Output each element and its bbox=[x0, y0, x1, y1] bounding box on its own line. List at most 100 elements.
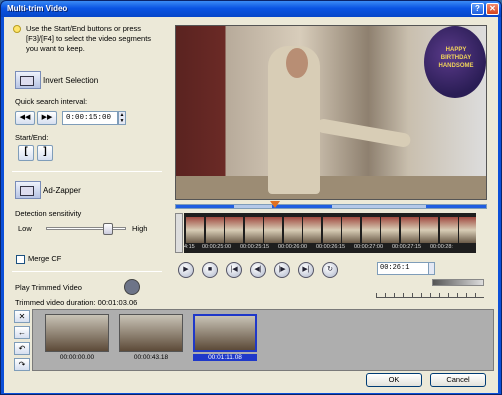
invert-selection-icon bbox=[15, 71, 41, 89]
filmstrip-timestamp: 00:00:25:00 bbox=[202, 244, 232, 250]
lightbulb-icon bbox=[13, 25, 21, 33]
scrub-segment bbox=[426, 205, 486, 208]
filmstrip-frame[interactable] bbox=[244, 217, 263, 243]
ruler-tick bbox=[439, 293, 440, 297]
scrub-segment bbox=[176, 205, 234, 208]
ad-zapper-icon bbox=[15, 181, 41, 199]
play-trimmed-label: Play Trimmed Video bbox=[15, 283, 82, 292]
filmstrip-frame[interactable] bbox=[225, 217, 243, 243]
quick-search-spinner[interactable]: ▲ ▼ bbox=[118, 111, 126, 125]
ruler-tick bbox=[475, 293, 476, 297]
play-button[interactable]: ▶ bbox=[178, 262, 194, 278]
next-frame-button[interactable]: |▶ bbox=[274, 262, 290, 278]
clip-time-selected: 00:01:11.08 bbox=[193, 354, 257, 361]
filmstrip-frame[interactable] bbox=[303, 217, 321, 243]
move-clip-button[interactable]: ← bbox=[14, 326, 30, 339]
start-button[interactable]: [ bbox=[18, 145, 34, 161]
filmstrip-frame[interactable] bbox=[264, 217, 282, 243]
end-button[interactable]: ] bbox=[37, 145, 53, 161]
ruler-tick bbox=[430, 293, 431, 297]
tip-text: Use the Start/End buttons or press [F3]/… bbox=[13, 24, 164, 54]
filmstrip-timestamp: 00:00:27:00 bbox=[354, 244, 384, 250]
redo-button[interactable]: ↷ bbox=[14, 358, 30, 371]
filmstrip-frame[interactable] bbox=[205, 217, 224, 243]
preview-floor bbox=[176, 176, 486, 199]
ruler-tick bbox=[403, 293, 404, 297]
ruler-tick bbox=[421, 293, 422, 297]
filmstrip-frame[interactable] bbox=[186, 217, 204, 243]
clip-thumbnail-selected[interactable] bbox=[193, 314, 257, 352]
filmstrip-frame[interactable] bbox=[420, 217, 438, 243]
filmstrip-frame[interactable] bbox=[283, 217, 302, 243]
home-button[interactable]: |◀ bbox=[226, 262, 242, 278]
filmstrip-frame[interactable] bbox=[361, 217, 380, 243]
stop-button[interactable]: ■ bbox=[202, 262, 218, 278]
divider bbox=[12, 171, 162, 172]
filmstrip-frame[interactable] bbox=[439, 217, 458, 243]
ruler-tick bbox=[394, 293, 395, 297]
left-panel: Use the Start/End buttons or press [F3]/… bbox=[4, 17, 172, 303]
filmstrip-frame[interactable] bbox=[322, 217, 341, 243]
merge-cf-checkbox[interactable] bbox=[16, 255, 25, 264]
timecode-input[interactable]: 00:26:1 bbox=[377, 262, 429, 275]
filmstrip-frame[interactable] bbox=[459, 217, 476, 243]
repeat-button[interactable]: ↻ bbox=[322, 262, 338, 278]
high-label: High bbox=[132, 224, 148, 233]
scrub-bar[interactable] bbox=[175, 201, 487, 209]
filmstrip-timestamp: 00:00:28: bbox=[430, 244, 453, 250]
ruler-tick bbox=[385, 293, 386, 297]
filmstrip-timestamp: 4:15 bbox=[184, 244, 195, 250]
timecode-spinner[interactable] bbox=[428, 262, 435, 275]
quick-search-label: Quick search interval: bbox=[15, 97, 88, 106]
ruler-tick bbox=[376, 293, 377, 297]
previous-frame-button[interactable]: ◀| bbox=[250, 262, 266, 278]
divider bbox=[12, 271, 162, 272]
balloon-text: HAPPY BIRTHDAY HANDSOME bbox=[438, 47, 474, 69]
slider-thumb[interactable] bbox=[103, 223, 113, 235]
filmstrip-frame[interactable] bbox=[400, 217, 419, 243]
clip-time: 00:00:43.18 bbox=[133, 354, 169, 361]
scrub-segment bbox=[272, 205, 332, 208]
fast-forward-button[interactable]: ▶▶ bbox=[37, 111, 57, 125]
low-label: Low bbox=[18, 224, 32, 233]
ad-zapper-label: Ad-Zapper bbox=[43, 185, 81, 195]
ruler-tick bbox=[448, 293, 449, 297]
quick-search-input[interactable]: 0:00:15:00 bbox=[62, 111, 118, 125]
clip-thumbnail[interactable] bbox=[45, 314, 109, 352]
ruler-tick bbox=[412, 293, 413, 297]
cancel-button[interactable]: Cancel bbox=[430, 373, 486, 387]
help-button[interactable]: ? bbox=[471, 3, 484, 15]
trimmed-clips-list: 00:00:00.00 00:00:43.18 00:01:11.08 bbox=[32, 309, 494, 371]
detection-sensitivity-slider[interactable] bbox=[46, 223, 126, 235]
jog-ruler[interactable] bbox=[376, 292, 484, 298]
filmstrip-timestamp: 00:00:27:15 bbox=[392, 244, 422, 250]
clip-thumbnail[interactable] bbox=[119, 314, 183, 352]
close-button[interactable]: ✕ bbox=[486, 3, 499, 15]
merge-cf-label: Merge CF bbox=[28, 254, 62, 263]
filmstrip[interactable]: 4:15 00:00:25:00 00:00:25:15 00:00:26:00 00:… bbox=[184, 213, 476, 253]
delete-clip-button[interactable]: ✕ bbox=[14, 310, 30, 323]
ok-button[interactable]: OK bbox=[366, 373, 422, 387]
undo-button[interactable]: ↶ bbox=[14, 342, 30, 355]
filmstrip-timestamp: 00:00:26:15 bbox=[316, 244, 346, 250]
playhead-marker[interactable] bbox=[270, 201, 280, 208]
ruler-tick bbox=[457, 293, 458, 297]
ad-zapper-button[interactable]: Ad-Zapper bbox=[15, 179, 81, 201]
end-button[interactable]: ▶| bbox=[298, 262, 314, 278]
dialog-client: Use the Start/End buttons or press [F3]/… bbox=[4, 17, 498, 393]
volume-slider[interactable] bbox=[432, 279, 484, 286]
play-trimmed-video-button[interactable] bbox=[124, 279, 140, 295]
detection-sensitivity-label: Detection sensitivity bbox=[15, 209, 82, 218]
invert-selection-button[interactable]: Invert Selection bbox=[15, 69, 98, 91]
filmstrip-frame[interactable] bbox=[381, 217, 399, 243]
start-end-label: Start/End: bbox=[15, 133, 49, 142]
tip-line: Use the Start/End buttons or press bbox=[26, 24, 142, 33]
invert-selection-label: Invert Selection bbox=[43, 75, 99, 85]
filmstrip-timestamp: 00:00:25:15 bbox=[240, 244, 270, 250]
filmstrip-zoom-slider[interactable] bbox=[175, 213, 183, 253]
tip-line: you want to keep. bbox=[26, 44, 85, 53]
clip-tools: ✕ ← ↶ ↷ bbox=[14, 310, 31, 372]
rewind-button[interactable]: ◀◀ bbox=[15, 111, 35, 125]
dialog-window: Multi-trim Video ? ✕ Use the Start/End b… bbox=[0, 0, 502, 395]
filmstrip-frame[interactable] bbox=[342, 217, 360, 243]
